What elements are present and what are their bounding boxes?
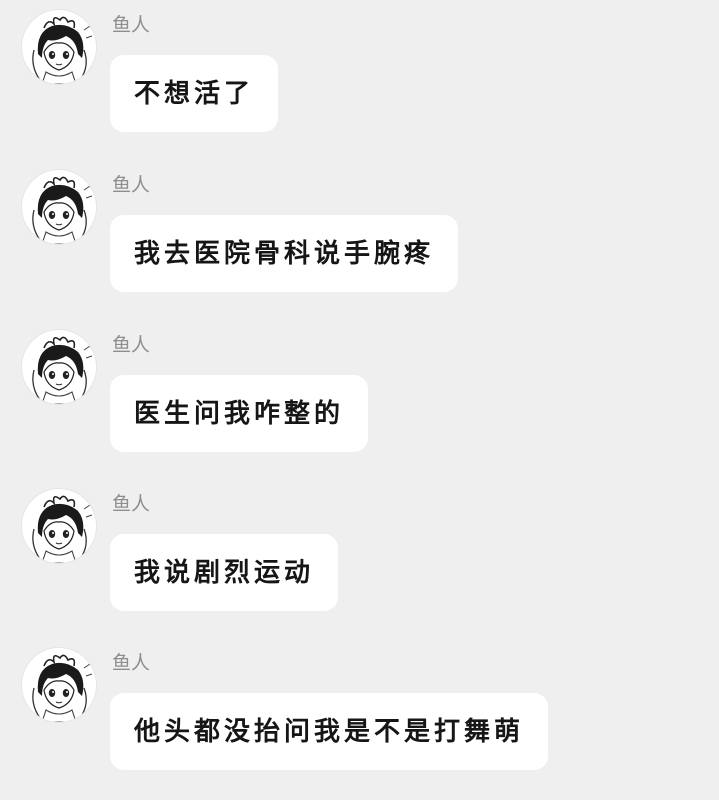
message-bubble[interactable]: 医生问我咋整的 xyxy=(110,375,369,452)
anime-girl-avatar-icon xyxy=(22,648,96,722)
chat-message: 鱼人 不想活了 xyxy=(0,0,719,150)
avatar[interactable] xyxy=(22,170,96,244)
sender-name: 鱼人 xyxy=(112,334,151,356)
chat-message: 鱼人 我去医院骨科说手腕疼 xyxy=(0,160,719,310)
anime-girl-avatar-icon xyxy=(22,330,96,404)
chat-message: 鱼人 我说剧烈运动 xyxy=(0,479,719,629)
message-text: 我去医院骨科说手腕疼 xyxy=(134,238,435,269)
chat-message-list: 鱼人 不想活了 鱼人 我去医院骨科说手腕疼 鱼人 医生问我咋整的 鱼人 我说剧烈… xyxy=(0,0,719,800)
chat-message: 鱼人 医生问我咋整的 xyxy=(0,320,719,470)
avatar[interactable] xyxy=(22,489,96,563)
sender-name: 鱼人 xyxy=(112,14,151,36)
avatar[interactable] xyxy=(22,10,96,84)
chat-message: 鱼人 他头都没抬问我是不是打舞萌 xyxy=(0,638,719,788)
message-bubble[interactable]: 他头都没抬问我是不是打舞萌 xyxy=(110,693,549,770)
sender-name: 鱼人 xyxy=(112,652,151,674)
message-text: 我说剧烈运动 xyxy=(134,557,315,588)
avatar[interactable] xyxy=(22,330,96,404)
message-bubble[interactable]: 我去医院骨科说手腕疼 xyxy=(110,215,459,292)
message-text: 不想活了 xyxy=(134,78,255,109)
message-text: 医生问我咋整的 xyxy=(134,398,345,429)
message-bubble[interactable]: 我说剧烈运动 xyxy=(110,534,339,611)
message-bubble[interactable]: 不想活了 xyxy=(110,55,279,132)
sender-name: 鱼人 xyxy=(112,174,151,196)
avatar[interactable] xyxy=(22,648,96,722)
anime-girl-avatar-icon xyxy=(22,170,96,244)
message-text: 他头都没抬问我是不是打舞萌 xyxy=(134,716,525,747)
sender-name: 鱼人 xyxy=(112,493,151,515)
anime-girl-avatar-icon xyxy=(22,489,96,563)
anime-girl-avatar-icon xyxy=(22,10,96,84)
